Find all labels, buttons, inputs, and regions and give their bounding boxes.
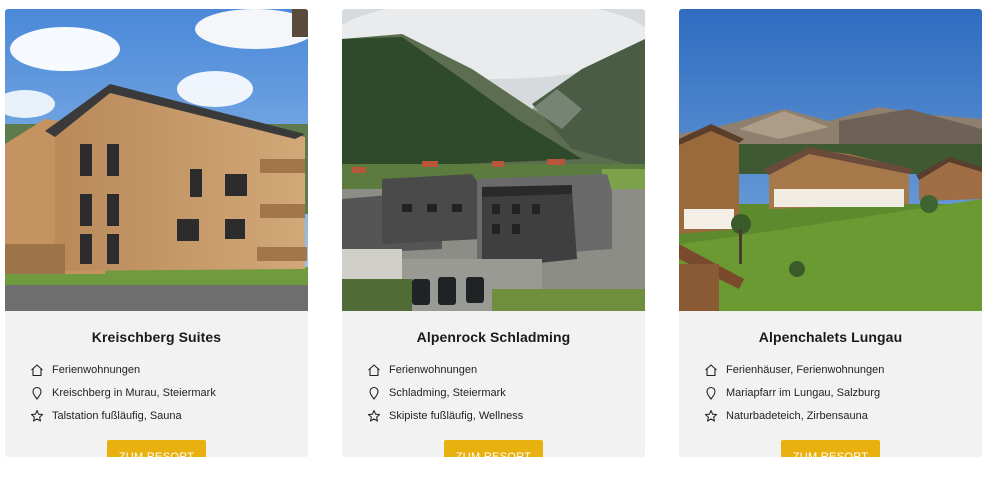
resort-photo-lungau[interactable]	[679, 9, 982, 311]
feature-highlights: Naturbadeteich, Zirbensauna	[704, 408, 868, 424]
feature-accommodation-type: Ferienwohnungen	[30, 362, 140, 378]
feature-location: Mariapfarr im Lungau, Salzburg	[704, 385, 880, 401]
feature-text: Talstation fußläufig, Sauna	[52, 410, 182, 422]
location-pin-icon	[30, 386, 44, 400]
zum-resort-button[interactable]: ZUM RESORT	[444, 440, 543, 457]
star-icon	[30, 409, 44, 423]
house-icon	[704, 363, 718, 377]
feature-location: Kreischberg in Murau, Steiermark	[30, 385, 216, 401]
resort-photo-kreischberg[interactable]	[5, 9, 308, 311]
feature-text: Naturbadeteich, Zirbensauna	[726, 410, 868, 422]
resort-card-grid: Kreischberg Suites Ferienwohnungen Kreis…	[0, 0, 985, 485]
feature-accommodation-type: Ferienwohnungen	[367, 362, 477, 378]
feature-text: Skipiste fußläufig, Wellness	[389, 410, 524, 422]
resort-photo-alpenrock[interactable]	[342, 9, 645, 311]
feature-text: Ferienwohnungen	[389, 364, 478, 376]
house-icon	[30, 363, 44, 377]
resort-title: Alpenrock Schladming	[416, 329, 571, 345]
feature-location: Schladming, Steiermark	[367, 385, 506, 401]
feature-text: Ferienhäuser, Ferienwohnungen	[726, 364, 885, 376]
location-pin-icon	[367, 386, 381, 400]
resort-card-kreischberg[interactable]: Kreischberg Suites Ferienwohnungen Kreis…	[5, 9, 308, 457]
location-pin-icon	[704, 386, 718, 400]
feature-text: Kreischberg in Murau, Steiermark	[52, 387, 216, 399]
zum-resort-button[interactable]: ZUM RESORT	[107, 440, 206, 457]
star-icon	[367, 409, 381, 423]
feature-text: Mariapfarr im Lungau, Salzburg	[726, 387, 881, 399]
house-icon	[367, 363, 381, 377]
feature-highlights: Talstation fußläufig, Sauna	[30, 408, 182, 424]
resort-card-alpenrock[interactable]: Alpenrock Schladming Ferienwohnungen Sch…	[342, 9, 645, 457]
feature-accommodation-type: Ferienhäuser, Ferienwohnungen	[704, 362, 884, 378]
resort-title: Alpenchalets Lungau	[758, 329, 903, 345]
resort-card-lungau[interactable]: Alpenchalets Lungau Ferienhäuser, Ferien…	[679, 9, 982, 457]
feature-text: Schladming, Steiermark	[389, 387, 506, 399]
star-icon	[704, 409, 718, 423]
feature-text: Ferienwohnungen	[52, 364, 141, 376]
resort-title: Kreischberg Suites	[91, 329, 222, 345]
zum-resort-button[interactable]: ZUM RESORT	[781, 440, 880, 457]
feature-highlights: Skipiste fußläufig, Wellness	[367, 408, 523, 424]
